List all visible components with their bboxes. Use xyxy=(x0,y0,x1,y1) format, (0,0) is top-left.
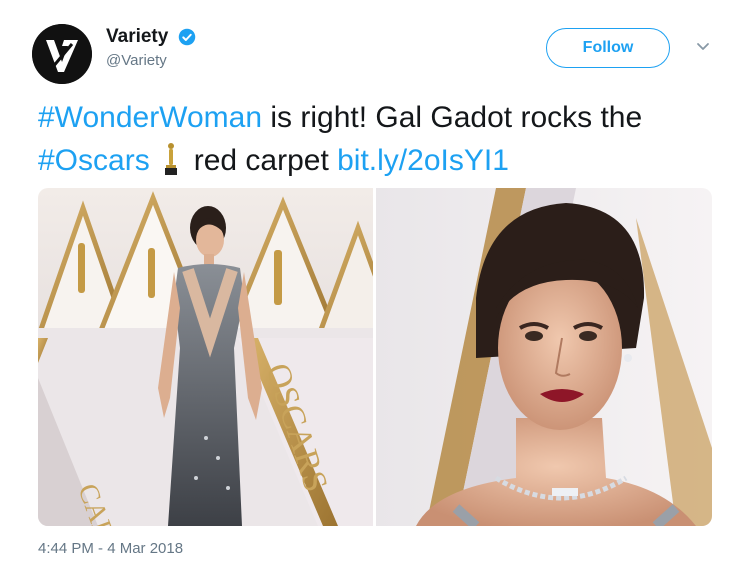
oscar-trophy-icon xyxy=(164,143,177,175)
photo-red-carpet-full: CARS OSCARS xyxy=(38,188,373,526)
tweet-text-segment: red carpet xyxy=(193,144,338,177)
tweet-timestamp[interactable]: 4:44 PM - 4 Mar 2018 xyxy=(38,540,183,557)
tweet-text-segment: is right! Gal Gadot rocks the xyxy=(262,101,643,134)
chevron-down-icon[interactable] xyxy=(696,40,710,54)
tweet-link[interactable]: bit.ly/2oIsYI1 xyxy=(337,144,509,177)
tweet-text: #WonderWoman is right! Gal Gadot rocks t… xyxy=(38,96,728,182)
display-name[interactable]: Variety xyxy=(106,26,168,48)
user-handle[interactable]: @Variety xyxy=(106,52,196,69)
hashtag-link[interactable]: #WonderWoman xyxy=(38,101,262,134)
avatar[interactable] xyxy=(32,24,92,84)
hashtag-link[interactable]: #Oscars xyxy=(38,144,150,177)
photo-close-up[interactable] xyxy=(376,188,712,526)
verified-badge-icon xyxy=(178,28,196,46)
media-grid: CARS OSCARS xyxy=(38,188,712,526)
photo-red-carpet-closeup xyxy=(376,188,712,526)
variety-logo-icon xyxy=(32,24,92,84)
tweet-header: Variety @Variety Follow xyxy=(32,18,722,84)
photo-full-length[interactable]: CARS OSCARS xyxy=(38,188,373,526)
follow-button[interactable]: Follow xyxy=(546,28,670,68)
author-names: Variety @Variety xyxy=(106,26,196,69)
